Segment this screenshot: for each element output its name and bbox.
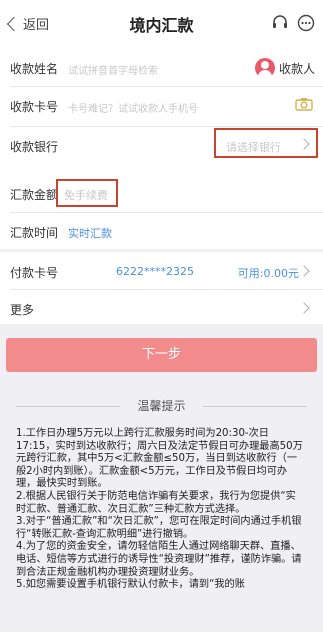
divider: [10, 289, 323, 290]
time-value[interactable]: 实时汇款: [68, 225, 112, 241]
available-balance: 可用:0.00元: [237, 267, 299, 280]
more-label: 更多: [10, 303, 35, 317]
payee-group: 收款姓名 试试拼音首字母检索 收款人 收款卡号 卡号难记？试试收款人手机号 收款…: [0, 48, 323, 174]
amount-group: 汇款金额 免手续费 汇款时间 实时汇款: [0, 174, 323, 249]
divider: [10, 212, 323, 213]
tips-content: 1.工作日办理5万元以上跨行汇款服务时间为20:30-次日17:15，实时到达收…: [16, 428, 306, 592]
nav-bar: 返回 境内汇款: [0, 0, 323, 48]
tip-item: 5.如您需要设置手机银行默认付款卡，请到“我的账: [16, 579, 245, 591]
tip-item: 4.为了您的资金安全，请勿轻信陌生人通过网络聊天群、直播、电话、短信等方式进行的…: [16, 541, 302, 578]
tip-item: 3.对于“普通汇款”和“次日汇款”，您可在限定时间内通过手机银行“转账汇款-查询…: [16, 516, 302, 540]
bank-label: 收款银行: [10, 140, 59, 154]
divider: [10, 86, 323, 87]
amount-input[interactable]: 免手续费: [64, 187, 108, 203]
camera-icon[interactable]: [295, 96, 313, 115]
payee-name-label: 收款姓名: [10, 62, 59, 76]
next-button[interactable]: 下一步: [6, 338, 317, 372]
payee-name-input[interactable]: 试试拼音首字母检索: [68, 62, 158, 77]
payee-button[interactable]: 收款人: [254, 58, 315, 78]
divider: [203, 406, 307, 407]
divider: [10, 126, 323, 127]
bank-select[interactable]: 请选择银行: [226, 139, 281, 155]
card-no-input[interactable]: 卡号难记？试试收款人手机号: [68, 100, 198, 115]
headset-icon[interactable]: [271, 14, 289, 32]
card-no-label: 收款卡号: [10, 100, 59, 114]
tip-item: 1.工作日办理5万元以上跨行汇款服务时间为20:30-次日17:15，实时到达收…: [16, 428, 303, 490]
pay-card-group: 付款卡号 6222****2325 可用:0.00元 更多: [0, 252, 323, 324]
time-label: 汇款时间: [10, 226, 59, 240]
more-dots-icon[interactable]: [297, 14, 315, 32]
chevron-right-icon: [298, 302, 310, 314]
pay-card-label: 付款卡号: [10, 266, 59, 280]
tip-item: 2.根据人民银行关于防范电信诈骗有关要求，我行为您提供“实时汇款、普通汇款、次日…: [16, 490, 296, 515]
amount-label: 汇款金额: [10, 188, 59, 202]
payee-avatar-icon: [254, 58, 275, 78]
chevron-right-icon: [298, 265, 310, 277]
payee-button-label: 收款人: [278, 61, 315, 76]
pay-card-number: 6222****2325: [116, 265, 194, 278]
